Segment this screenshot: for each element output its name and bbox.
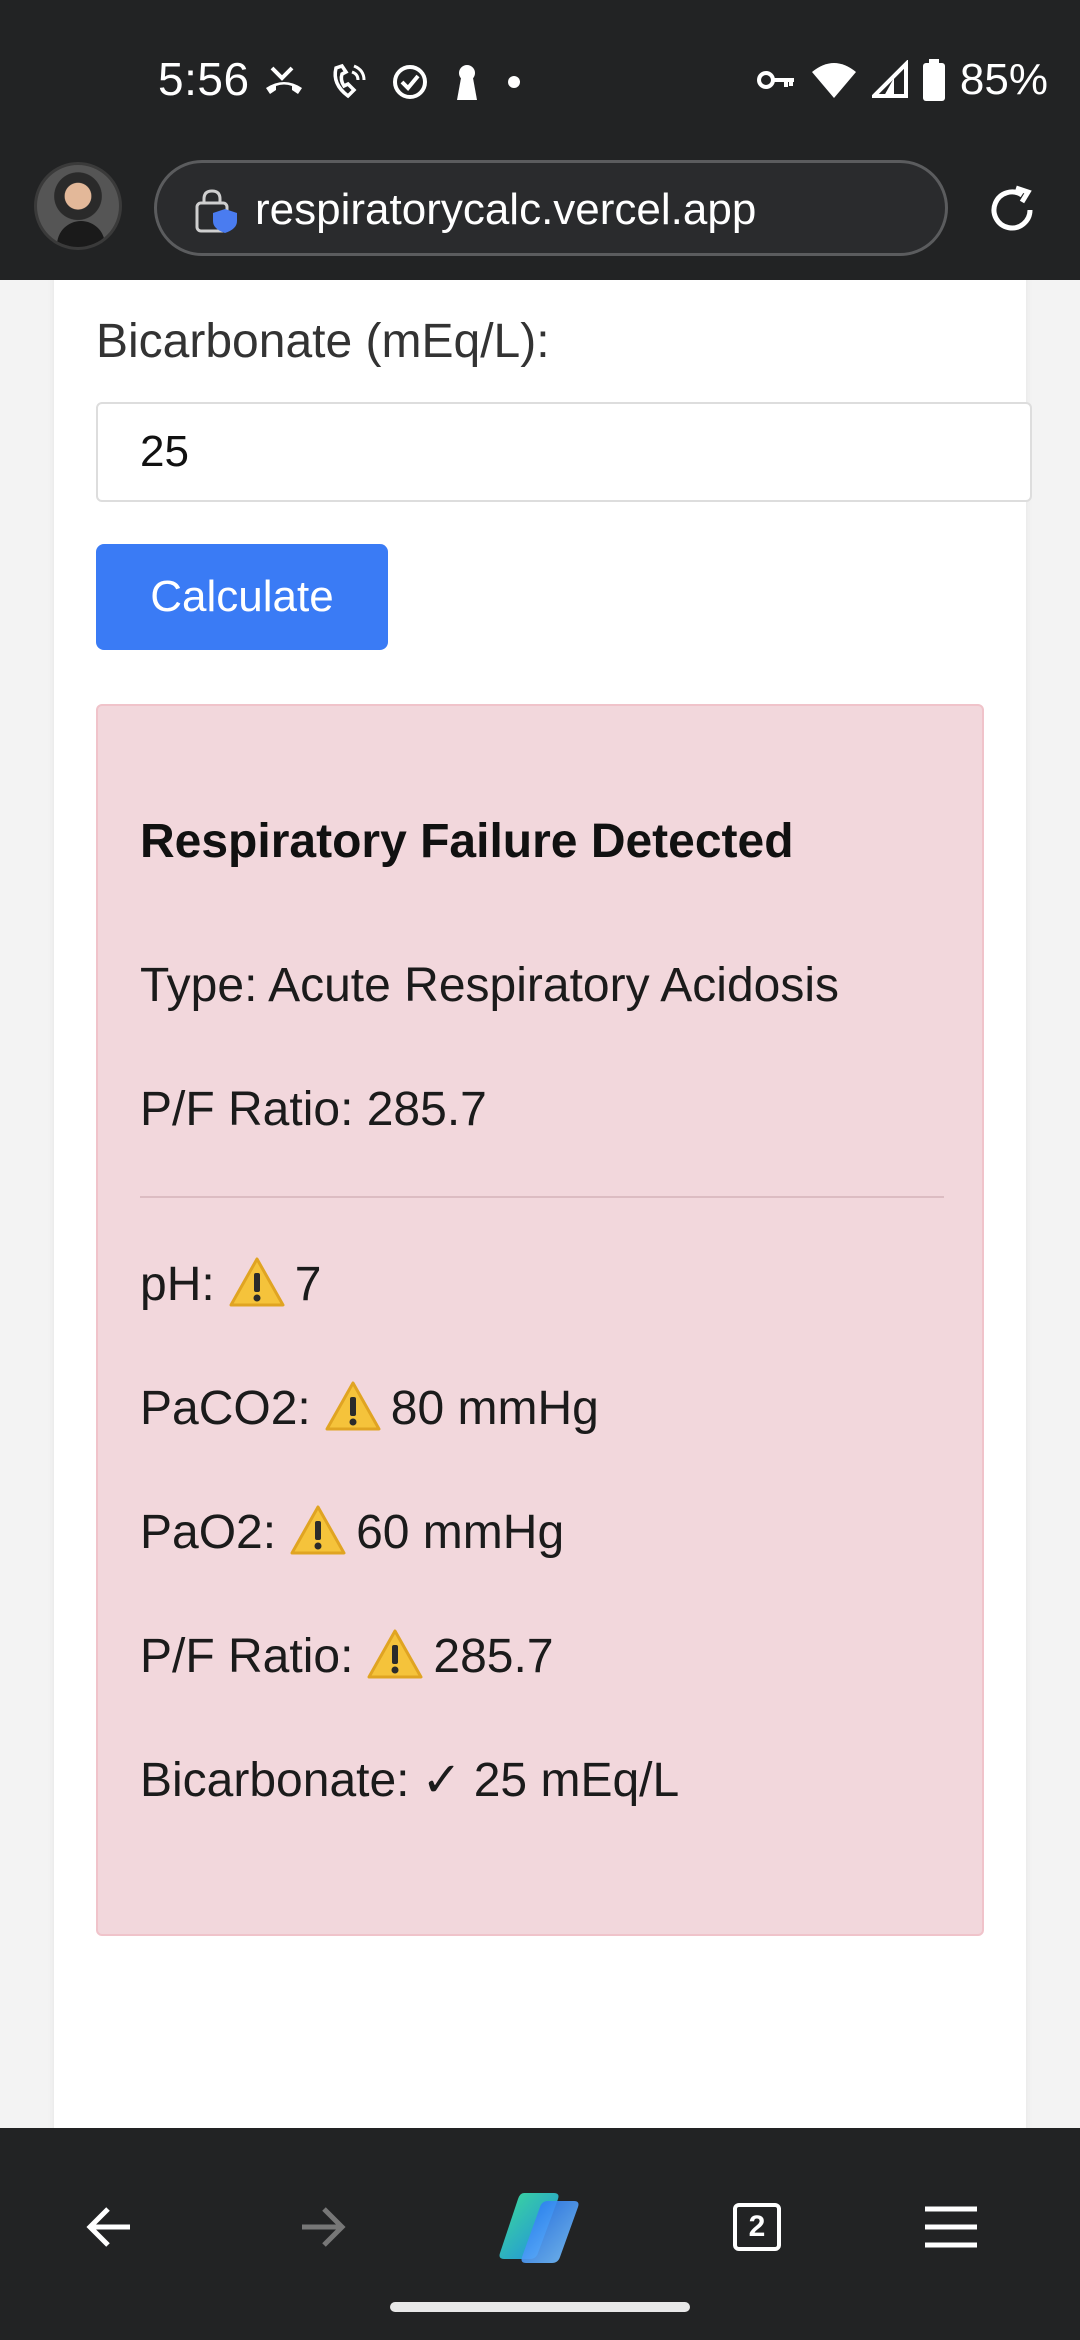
keyhole-icon	[457, 65, 477, 100]
result-label: Bicarbonate:	[140, 1754, 410, 1807]
result-row-pf-ratio: P/F Ratio: 285.7	[140, 1628, 554, 1684]
arrow-right-icon	[302, 2207, 346, 2247]
signal-icon	[871, 60, 908, 98]
result-row-bicarbonate: Bicarbonate: ✓ 25 mEq/L	[140, 1752, 679, 1808]
missed-call-icon	[266, 66, 302, 94]
secure-lock-icon[interactable]	[193, 187, 239, 235]
calculate-button[interactable]: Calculate	[96, 544, 388, 650]
arrow-left-icon	[86, 2207, 130, 2247]
result-label: PaCO2:	[140, 1382, 311, 1435]
home-indicator[interactable]	[390, 2302, 690, 2312]
profile-avatar[interactable]	[34, 162, 122, 250]
result-value: 7	[294, 1258, 322, 1311]
battery-percent: 85%	[959, 55, 1048, 104]
warning-icon	[325, 1381, 381, 1431]
forward-button[interactable]	[278, 2182, 368, 2272]
result-panel: Respiratory Failure Detected Type: Acute…	[96, 704, 984, 1936]
result-value: 60 mmHg	[356, 1506, 565, 1559]
copilot-button[interactable]	[494, 2182, 584, 2272]
vpn-key-icon	[756, 71, 794, 89]
reload-icon[interactable]	[982, 180, 1042, 240]
result-row-pao2: PaO2: 60 mmHg	[140, 1504, 564, 1560]
web-page: Bicarbonate (mEq/L): Calculate Respirato…	[0, 280, 1080, 2128]
back-button[interactable]	[64, 2182, 154, 2272]
battery-icon	[922, 59, 945, 101]
url-text[interactable]: respiratorycalc.vercel.app	[255, 185, 756, 235]
bicarbonate-label: Bicarbonate (mEq/L):	[96, 315, 550, 368]
check-mark-icon: ✓	[421, 1754, 462, 1807]
tabs-button[interactable]: 2	[712, 2182, 802, 2272]
result-row-paco2: PaCO2: 80 mmHg	[140, 1380, 599, 1436]
wifi-calling-icon	[333, 63, 366, 99]
status-time: 5:56	[158, 53, 250, 105]
browser-toolbar: respiratorycalc.vercel.app	[0, 160, 1080, 280]
wifi-icon	[811, 63, 856, 98]
result-label: pH:	[140, 1258, 215, 1311]
bottom-nav-bar: 2	[0, 2128, 1080, 2340]
copilot-icon	[499, 2193, 579, 2263]
bicarbonate-input[interactable]	[96, 402, 1032, 502]
hamburger-menu-icon	[925, 2206, 977, 2248]
result-divider	[140, 1196, 944, 1198]
result-row-ph: pH: 7	[140, 1256, 321, 1312]
check-circle-icon	[393, 65, 427, 99]
pf-ratio-summary: P/F Ratio: 285.7	[140, 1083, 487, 1136]
result-label: P/F Ratio:	[140, 1630, 354, 1683]
result-value: 285.7	[433, 1630, 554, 1683]
result-value: 25 mEq/L	[473, 1754, 680, 1807]
status-bar: 5:56 85%	[0, 0, 1080, 160]
tab-count: 2	[733, 2203, 781, 2251]
menu-button[interactable]	[906, 2182, 996, 2272]
failure-type: Type: Acute Respiratory Acidosis	[140, 959, 839, 1012]
warning-icon	[290, 1505, 346, 1555]
result-label: PaO2:	[140, 1506, 277, 1559]
address-bar[interactable]: respiratorycalc.vercel.app	[154, 160, 948, 256]
result-value: 80 mmHg	[390, 1382, 599, 1435]
warning-icon	[229, 1257, 285, 1307]
result-title: Respiratory Failure Detected	[140, 815, 794, 868]
warning-icon	[367, 1629, 423, 1679]
dot-icon	[508, 76, 520, 88]
